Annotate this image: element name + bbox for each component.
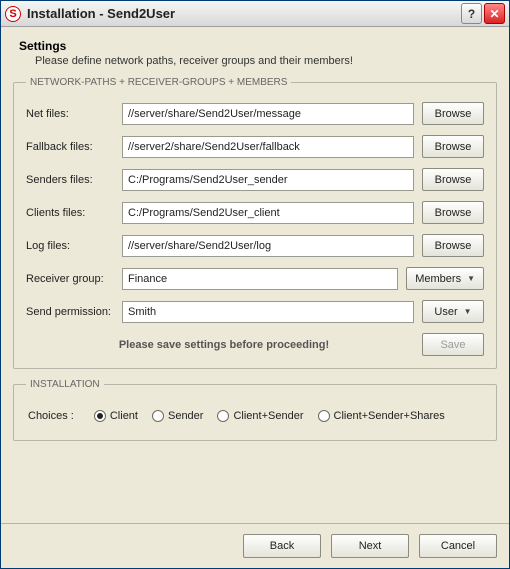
close-button[interactable]: ✕ [484, 3, 505, 24]
radio-icon [94, 410, 106, 422]
browse-clients-files-button[interactable]: Browse [422, 201, 484, 224]
close-icon: ✕ [489, 7, 499, 21]
input-senders-files[interactable] [122, 169, 414, 191]
user-button[interactable]: User ▼ [422, 300, 484, 323]
row-log-files: Log files: Browse [26, 234, 484, 257]
choices-label: Choices : [28, 410, 74, 422]
cancel-button[interactable]: Cancel [419, 534, 497, 558]
label-receiver-group: Receiver group: [26, 273, 122, 285]
paths-groupbox: NETWORK-PATHS + RECEIVER-GROUPS + MEMBER… [13, 77, 497, 369]
members-button-label: Members [415, 273, 461, 285]
radio-label: Sender [168, 410, 203, 422]
label-clients-files: Clients files: [26, 207, 122, 219]
radio-label: Client+Sender+Shares [334, 410, 445, 422]
input-log-files[interactable] [122, 235, 414, 257]
next-button[interactable]: Next [331, 534, 409, 558]
input-receiver-group[interactable] [122, 268, 398, 290]
row-fallback-files: Fallback files: Browse [26, 135, 484, 158]
input-clients-files[interactable] [122, 202, 414, 224]
radio-client[interactable]: Client [94, 410, 138, 422]
label-fallback-files: Fallback files: [26, 141, 122, 153]
label-net-files: Net files: [26, 108, 122, 120]
installer-window: S Installation - Send2User ? ✕ Settings … [0, 0, 510, 569]
choices-row: Choices : Client Sender Client+Sender Cl… [26, 404, 484, 428]
browse-senders-files-button[interactable]: Browse [422, 168, 484, 191]
window-title: Installation - Send2User [27, 6, 459, 21]
save-hint: Please save settings before proceeding! [26, 339, 422, 351]
label-senders-files: Senders files: [26, 174, 122, 186]
chevron-down-icon: ▼ [464, 307, 472, 316]
input-send-permission[interactable] [122, 301, 414, 323]
installation-legend: INSTALLATION [26, 379, 104, 390]
radio-label: Client [110, 410, 138, 422]
input-fallback-files[interactable] [122, 136, 414, 158]
installation-groupbox: INSTALLATION Choices : Client Sender Cli… [13, 379, 497, 441]
save-button[interactable]: Save [422, 333, 484, 356]
titlebar: S Installation - Send2User ? ✕ [1, 1, 509, 27]
row-senders-files: Senders files: Browse [26, 168, 484, 191]
browse-fallback-files-button[interactable]: Browse [422, 135, 484, 158]
page-subtitle: Please define network paths, receiver gr… [35, 55, 497, 67]
user-button-label: User [434, 306, 457, 318]
footer: Back Next Cancel [1, 523, 509, 568]
radio-client-sender-shares[interactable]: Client+Sender+Shares [318, 410, 445, 422]
row-receiver-group: Receiver group: Members ▼ [26, 267, 484, 290]
radio-label: Client+Sender [233, 410, 303, 422]
label-log-files: Log files: [26, 240, 122, 252]
paths-legend: NETWORK-PATHS + RECEIVER-GROUPS + MEMBER… [26, 77, 291, 88]
members-button[interactable]: Members ▼ [406, 267, 484, 290]
help-button[interactable]: ? [461, 3, 482, 24]
row-send-permission: Send permission: User ▼ [26, 300, 484, 323]
row-net-files: Net files: Browse [26, 102, 484, 125]
page-title: Settings [19, 39, 497, 53]
back-button[interactable]: Back [243, 534, 321, 558]
input-net-files[interactable] [122, 103, 414, 125]
label-send-permission: Send permission: [26, 306, 122, 318]
radio-icon [217, 410, 229, 422]
radio-sender[interactable]: Sender [152, 410, 203, 422]
app-icon: S [5, 6, 21, 22]
content-area: Settings Please define network paths, re… [1, 27, 509, 523]
radio-icon [152, 410, 164, 422]
browse-net-files-button[interactable]: Browse [422, 102, 484, 125]
browse-log-files-button[interactable]: Browse [422, 234, 484, 257]
save-row: Please save settings before proceeding! … [26, 333, 484, 356]
row-clients-files: Clients files: Browse [26, 201, 484, 224]
radio-client-sender[interactable]: Client+Sender [217, 410, 303, 422]
chevron-down-icon: ▼ [467, 274, 475, 283]
radio-icon [318, 410, 330, 422]
